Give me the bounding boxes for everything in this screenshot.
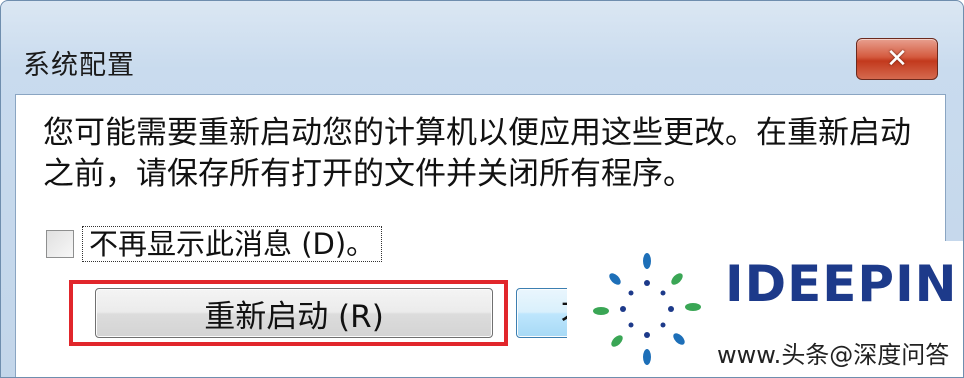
restart-button[interactable]: 重新启动 (R) [95, 288, 493, 338]
dont-show-again-row[interactable]: 不再显示此消息 (D)。 [46, 225, 383, 263]
close-button[interactable]: ✕ [856, 38, 938, 80]
watermark-overlay: IDEEPIN www.头条@深度问答 [567, 241, 963, 377]
dont-show-again-checkbox[interactable] [46, 230, 74, 258]
dialog-title: 系统配置 [23, 50, 135, 81]
restart-message: 您可能需要重新启动您的计算机以便应用这些更改。在重新启动之前，请保存所有打开的文… [43, 115, 911, 192]
ideepin-logo-icon [593, 253, 701, 365]
watermark-site: www.头条@深度问答 [717, 341, 950, 369]
dont-show-again-label[interactable]: 不再显示此消息 (D)。 [82, 226, 383, 262]
watermark-brand: IDEEPIN [725, 255, 958, 313]
close-icon: ✕ [886, 44, 908, 74]
system-config-dialog: 系统配置 ✕ 您可能需要重新启动您的计算机以便应用这些更改。在重新启动之前，请保… [0, 0, 964, 378]
